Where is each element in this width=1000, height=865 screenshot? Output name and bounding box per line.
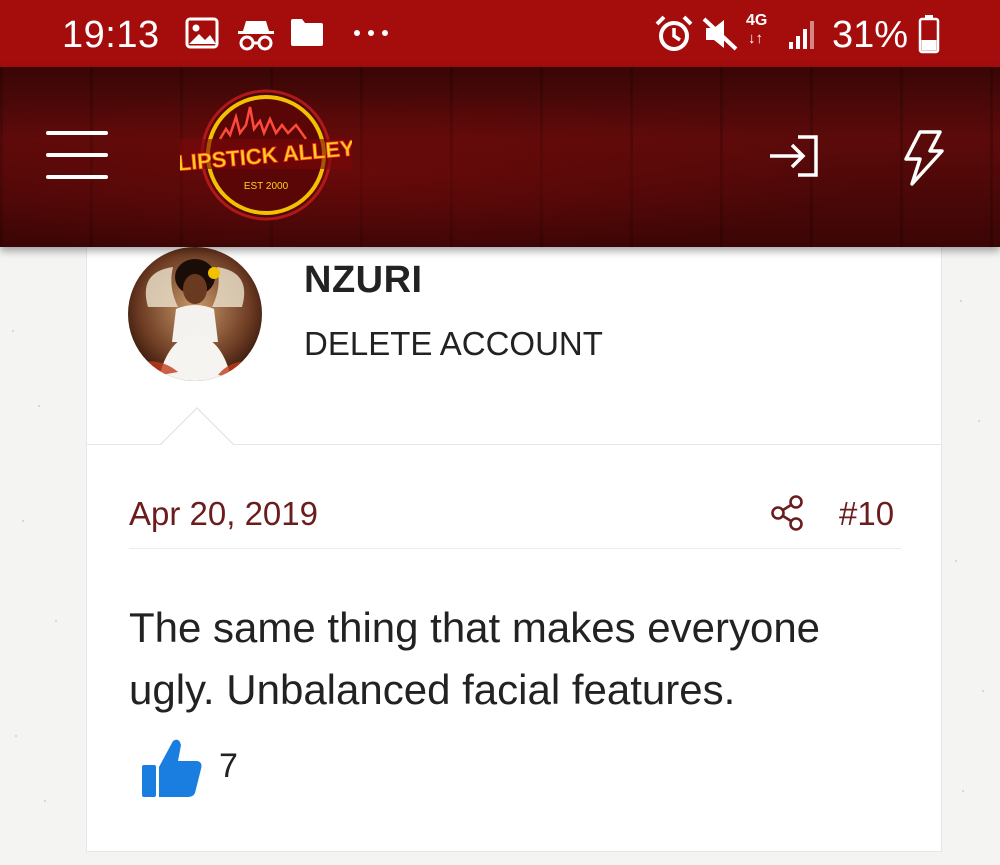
post-body: The same thing that makes everyone ugly.… [129, 597, 909, 721]
site-header: LIPSTICK ALLEY EST 2000 [0, 67, 1000, 247]
like-icon[interactable] [139, 735, 205, 801]
meta-divider [129, 548, 901, 549]
post-date[interactable]: Apr 20, 2019 [129, 495, 318, 533]
whats-new-button[interactable] [900, 129, 946, 187]
logo-badge: LIPSTICK ALLEY EST 2000 [176, 89, 356, 221]
folder-icon [291, 19, 323, 46]
mute-icon [702, 17, 738, 51]
battery-percentage: 31% [832, 14, 909, 56]
avatar-image [128, 247, 262, 381]
image-icon [185, 17, 219, 49]
site-logo[interactable]: LIPSTICK ALLEY EST 2000 [176, 89, 356, 221]
share-icon[interactable] [769, 494, 805, 532]
signal-icon [789, 21, 814, 49]
alarm-icon [655, 15, 693, 51]
network-label: 4G [746, 12, 768, 29]
status-time: 19:13 [62, 14, 160, 56]
network-4g-icon: 4G ↓↑ [746, 12, 768, 47]
login-icon [770, 135, 818, 177]
status-bar: 19:13 4G ↓↑ 31% [0, 0, 1000, 67]
user-title: DELETE ACCOUNT [304, 325, 603, 362]
incognito-icon [238, 21, 274, 51]
logo-subtext: EST 2000 [244, 181, 289, 192]
lightning-icon [904, 130, 944, 186]
like-count: 7 [219, 747, 238, 785]
username[interactable]: NZURI [304, 259, 423, 302]
more-icon [354, 30, 388, 36]
post-body-line: The same thing that makes everyone [129, 604, 821, 651]
battery-icon [918, 15, 940, 54]
post-card: NZURI DELETE ACCOUNT Apr 20, 2019 #10 Th… [86, 247, 942, 852]
login-button[interactable] [766, 133, 822, 179]
avatar[interactable] [128, 247, 262, 381]
post-number[interactable]: #10 [839, 495, 894, 533]
post-body-line: ugly. Unbalanced facial features. [129, 666, 736, 713]
menu-button[interactable] [46, 131, 108, 183]
